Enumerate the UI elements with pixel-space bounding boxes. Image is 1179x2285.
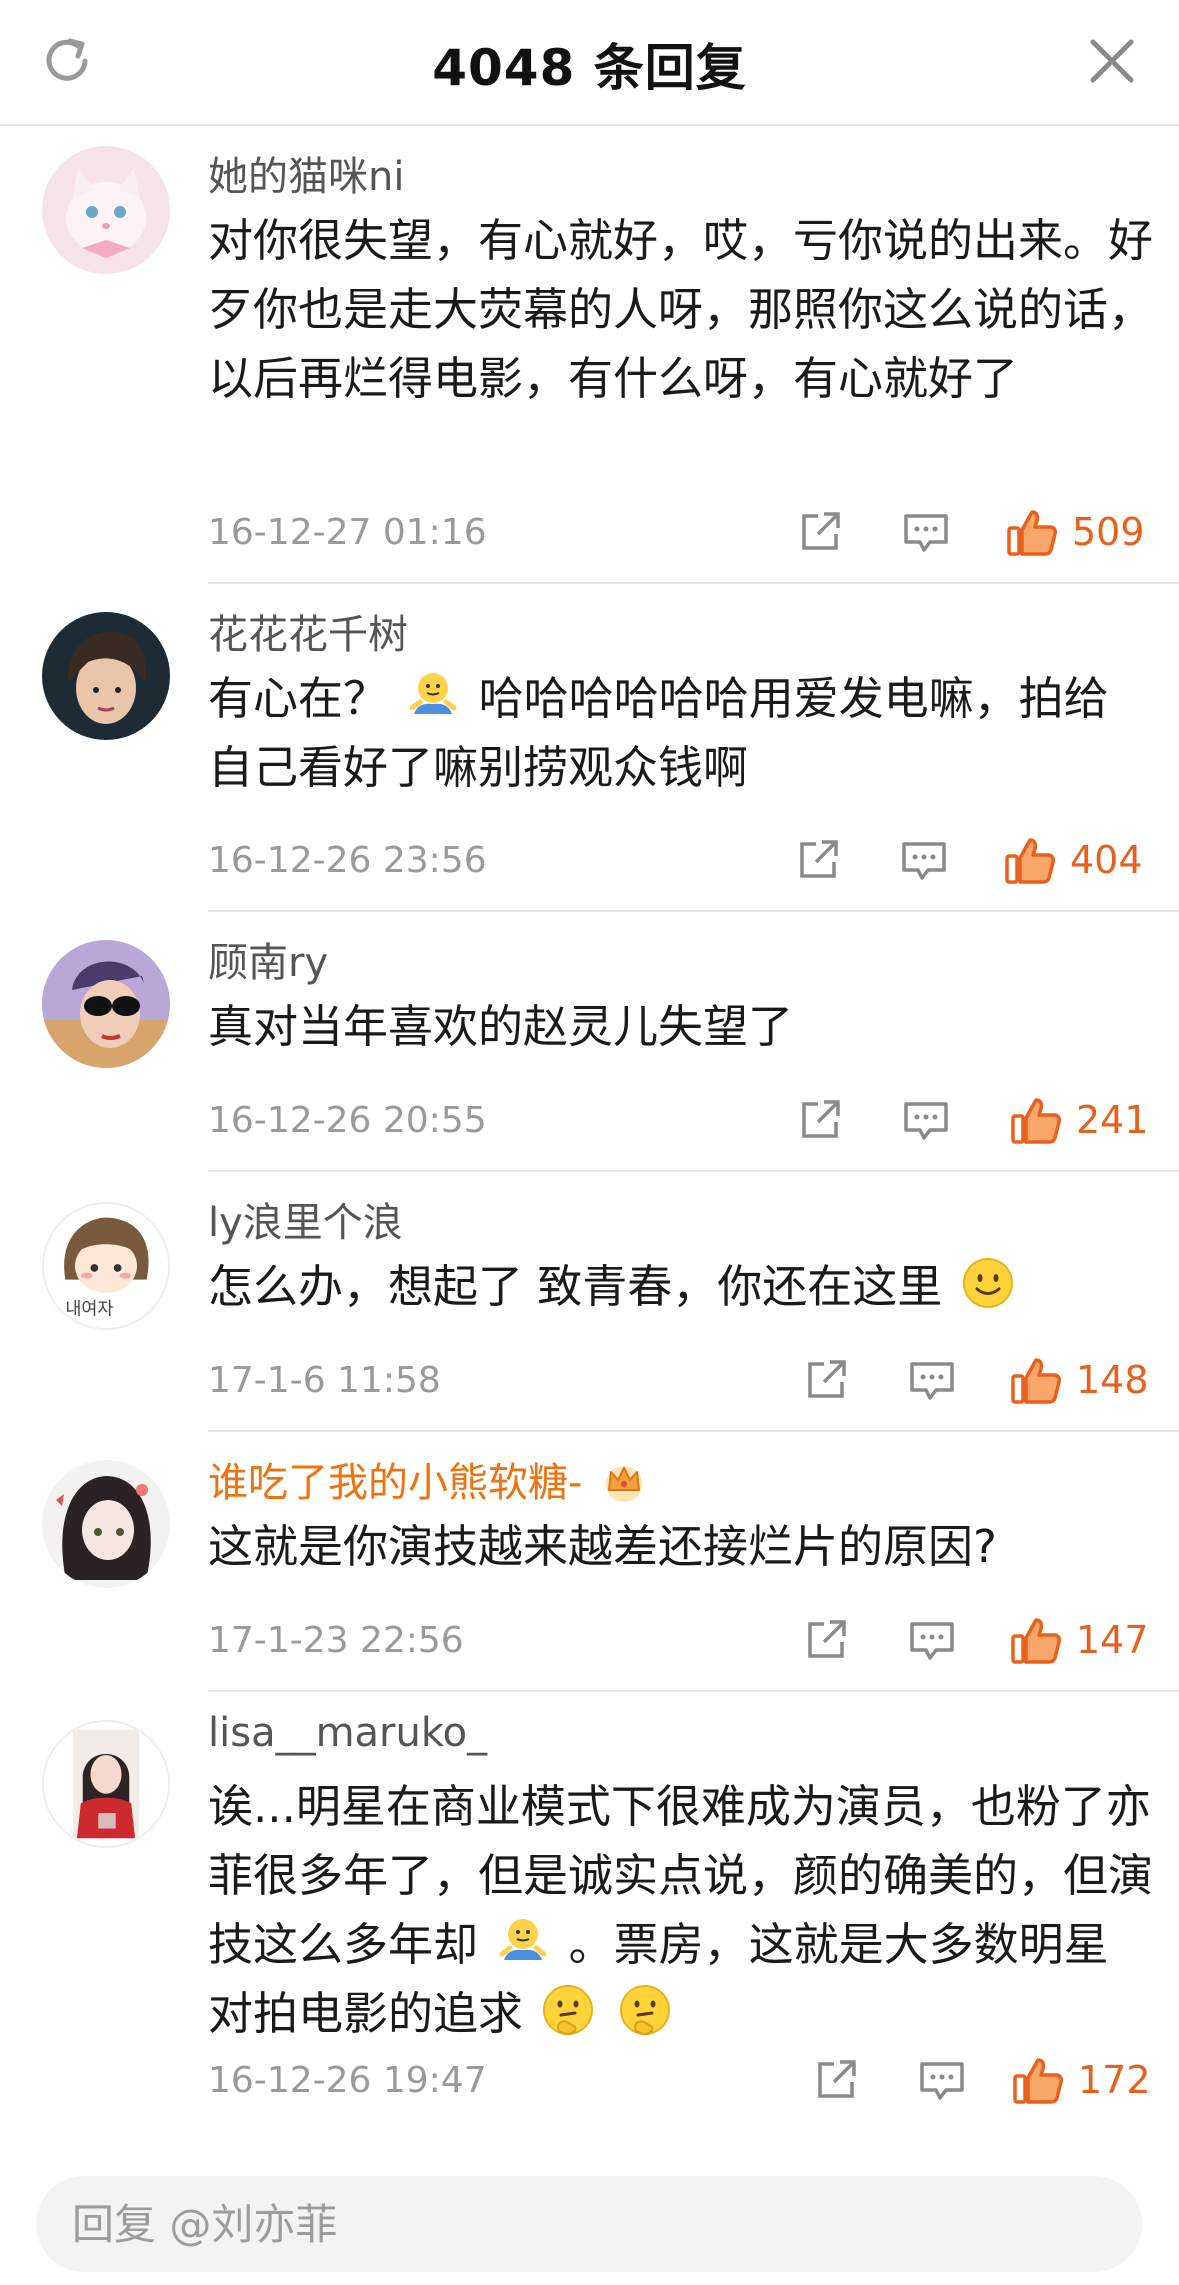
comment-icon[interactable] xyxy=(900,836,948,884)
comment-text: 对你很失望，有心就好，哎，亏你说的出来。好歹你也是走大荧幕的人呀，那照你这么说的… xyxy=(208,214,1154,405)
share-icon[interactable] xyxy=(802,1356,850,1404)
comment-icon[interactable] xyxy=(908,1356,956,1404)
divider xyxy=(208,1430,1179,1432)
like-count: 404 xyxy=(1070,838,1143,882)
header-bar: 4048 条回复 xyxy=(0,0,1179,126)
comment-meta: 17-1-6 11:58 148 xyxy=(208,1354,1149,1406)
comment-meta: 16-12-26 20:55 241 xyxy=(208,1094,1149,1146)
reply-bar xyxy=(0,2150,1179,2285)
like-button[interactable]: 509 xyxy=(1006,506,1145,558)
username[interactable]: lisa__maruko_ xyxy=(208,1710,487,1756)
username[interactable]: 顾南ry xyxy=(208,930,328,988)
comment-text: 诶...明星在商业模式下很难成为演员，也粉了亦菲很多年了，但是诚实点说，颜的确美… xyxy=(208,1780,1154,2040)
divider xyxy=(208,582,1179,584)
comment-text: 怎么办，想起了 致青春，你还在这里 xyxy=(208,1252,1153,1321)
like-count: 509 xyxy=(1072,510,1145,554)
share-icon[interactable] xyxy=(802,1616,850,1664)
avatar[interactable] xyxy=(42,1720,170,1848)
username[interactable]: 花花花千树 xyxy=(208,602,408,660)
shrug-emoji xyxy=(499,1919,547,1960)
like-count: 241 xyxy=(1076,1098,1149,1142)
comment-icon[interactable] xyxy=(902,1096,950,1144)
comment-meta: 16-12-26 23:56 404 xyxy=(208,834,1143,886)
reply-input[interactable] xyxy=(36,2176,1142,2272)
share-icon[interactable] xyxy=(812,2056,860,2104)
close-icon[interactable] xyxy=(1087,36,1137,86)
avatar[interactable] xyxy=(42,940,170,1068)
thumbs-up-icon xyxy=(1011,1618,1061,1664)
avatar[interactable] xyxy=(42,1460,170,1588)
thumbs-up-icon xyxy=(1005,838,1055,884)
divider xyxy=(208,1690,1179,1692)
username[interactable]: ly浪里个浪 xyxy=(208,1190,403,1248)
comment-icon[interactable] xyxy=(908,1616,956,1664)
timestamp: 16-12-26 20:55 xyxy=(208,1100,487,1141)
like-count: 147 xyxy=(1076,1618,1149,1662)
timestamp: 16-12-27 01:16 xyxy=(208,512,487,553)
like-button[interactable]: 172 xyxy=(1012,2054,1151,2106)
share-icon[interactable] xyxy=(796,508,844,556)
avatar-caption: 내여자 xyxy=(65,1299,113,1319)
comment-text: 真对当年喜欢的赵灵儿失望了 xyxy=(208,1000,794,1053)
comment-meta: 17-1-23 22:56 147 xyxy=(208,1614,1149,1666)
shrug-emoji xyxy=(409,673,457,714)
like-button[interactable]: 241 xyxy=(1010,1094,1149,1146)
share-icon[interactable] xyxy=(796,1096,844,1144)
timestamp: 17-1-6 11:58 xyxy=(208,1360,441,1401)
username[interactable]: 谁吃了我的小熊软糖- xyxy=(208,1450,647,1508)
username[interactable]: 她的猫咪ni xyxy=(208,144,404,202)
comment-icon[interactable] xyxy=(902,508,950,556)
thumbs-up-icon xyxy=(1011,1358,1061,1404)
comment-meta: 16-12-26 19:47 172 xyxy=(208,2054,1151,2106)
like-button[interactable]: 147 xyxy=(1010,1614,1149,1666)
thinking-emoji xyxy=(619,1985,670,2036)
avatar[interactable] xyxy=(42,612,170,740)
timestamp: 16-12-26 19:47 xyxy=(208,2060,487,2101)
thumbs-up-icon xyxy=(1011,1098,1061,1144)
comment-meta: 16-12-27 01:16 509 xyxy=(208,506,1145,558)
thinking-emoji xyxy=(543,1985,594,2036)
comment-text: 有心在？ 哈哈哈哈哈哈用爱发电嘛，拍给自己看好了嘛别捞观众钱啊 xyxy=(208,664,1153,802)
timestamp: 16-12-26 23:56 xyxy=(208,840,487,881)
thumbs-up-icon xyxy=(1007,510,1057,556)
comment-icon[interactable] xyxy=(918,2056,966,2104)
like-button[interactable]: 148 xyxy=(1010,1354,1149,1406)
page-title: 4048 条回复 xyxy=(432,39,747,97)
like-count: 172 xyxy=(1078,2058,1151,2102)
comment-text: 这就是你演技越来越差还接烂片的原因? xyxy=(208,1520,997,1573)
thumbs-up-icon xyxy=(1013,2058,1063,2104)
divider xyxy=(208,910,1179,912)
crown-icon xyxy=(606,1466,643,1502)
like-button[interactable]: 404 xyxy=(1004,834,1143,886)
avatar[interactable]: 내여자 xyxy=(42,1202,170,1330)
divider xyxy=(208,1170,1179,1172)
share-icon[interactable] xyxy=(794,836,842,884)
avatar[interactable] xyxy=(42,146,170,274)
smile-emoji xyxy=(962,1258,1013,1308)
timestamp: 17-1-23 22:56 xyxy=(208,1620,464,1661)
like-count: 148 xyxy=(1076,1358,1149,1402)
